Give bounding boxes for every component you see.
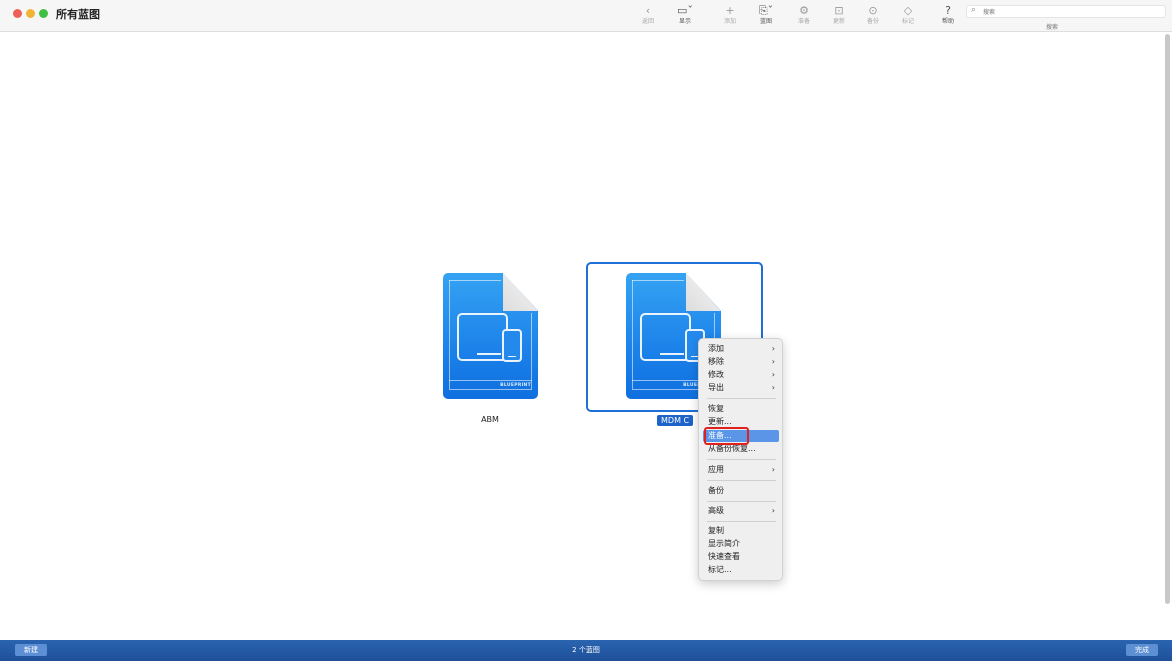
help-label: 帮助 bbox=[941, 18, 954, 25]
menu-item-add[interactable]: 添加 › bbox=[703, 343, 779, 355]
help-button[interactable]: ? 帮助 bbox=[932, 3, 964, 30]
vertical-scrollbar[interactable] bbox=[1165, 34, 1170, 604]
annotation-highlight-box bbox=[704, 427, 749, 445]
window-view-icon: ▭ˇ bbox=[677, 4, 693, 17]
blueprint-icon: ⎘ˇ bbox=[758, 4, 774, 17]
menu-item-remove[interactable]: 移除 › bbox=[703, 356, 779, 368]
menu-separator bbox=[707, 398, 776, 399]
tag-button[interactable]: ◇ 标记 bbox=[892, 3, 924, 30]
backup-button[interactable]: ⊙ 备份 bbox=[857, 3, 889, 30]
tag-label: 标记 bbox=[901, 18, 914, 25]
chevron-right-icon: › bbox=[771, 465, 775, 474]
minimize-window-button[interactable] bbox=[26, 9, 35, 18]
menu-separator bbox=[707, 501, 776, 502]
back-label: 返回 bbox=[641, 18, 654, 25]
search-label: 搜索 bbox=[1046, 24, 1059, 31]
menu-item-export[interactable]: 导出 › bbox=[703, 382, 779, 394]
zoom-window-button[interactable] bbox=[39, 9, 48, 18]
bottom-bar: 2 个蓝图 新建 完成 bbox=[0, 640, 1172, 661]
menu-item-restore[interactable]: 恢复 bbox=[703, 403, 779, 415]
context-menu: 添加 › 移除 › 修改 › 导出 › 恢复 更新... 准备... 从备份恢复... … bbox=[698, 338, 783, 581]
chevron-right-icon: › bbox=[771, 506, 775, 515]
view-button[interactable]: ▭ˇ 显示 bbox=[669, 3, 701, 30]
blueprint-mdm-label[interactable]: MDM C bbox=[657, 415, 694, 426]
close-window-button[interactable] bbox=[13, 9, 22, 18]
tag-icon: ◇ bbox=[903, 4, 913, 17]
help-icon: ? bbox=[945, 4, 951, 17]
chevron-right-icon: › bbox=[771, 383, 775, 392]
menu-separator bbox=[707, 459, 776, 460]
blueprint-tag: BLUEPRINT bbox=[500, 383, 531, 388]
menu-item-advanced[interactable]: 高级 › bbox=[703, 505, 779, 517]
gear-icon: ⚙ bbox=[799, 4, 809, 17]
search-input[interactable] bbox=[983, 7, 1153, 17]
window-title: 所有蓝图 bbox=[56, 8, 100, 21]
menu-item-modify[interactable]: 修改 › bbox=[703, 369, 779, 381]
menu-item-get-info[interactable]: 显示简介 bbox=[703, 538, 779, 550]
add-label: 添加 bbox=[723, 18, 736, 25]
menu-item-quick-look[interactable]: 快速查看 bbox=[703, 551, 779, 563]
new-blueprint-button[interactable]: 新建 bbox=[15, 644, 47, 656]
add-button[interactable]: + 添加 bbox=[714, 3, 746, 30]
update-icon: ⊡ bbox=[834, 4, 844, 17]
menu-item-backup[interactable]: 备份 bbox=[703, 485, 779, 497]
blueprint-count: 2 个蓝图 bbox=[572, 646, 600, 654]
update-label: 更新 bbox=[832, 18, 845, 25]
done-button[interactable]: 完成 bbox=[1126, 644, 1158, 656]
chevron-right-icon: › bbox=[771, 357, 775, 366]
backup-icon: ⊙ bbox=[868, 4, 878, 17]
plus-icon: + bbox=[725, 4, 735, 17]
blueprint-label: 蓝图 bbox=[759, 18, 772, 25]
backup-label: 备份 bbox=[866, 18, 879, 25]
back-button[interactable]: ‹ 返回 bbox=[632, 3, 664, 30]
prepare-button[interactable]: ⚙ 准备 bbox=[788, 3, 820, 30]
menu-item-duplicate[interactable]: 复制 bbox=[703, 525, 779, 537]
view-label: 显示 bbox=[678, 18, 691, 25]
chevron-left-icon: ‹ bbox=[645, 4, 651, 17]
prepare-label: 准备 bbox=[797, 18, 810, 25]
blueprint-abm-icon[interactable]: BLUEPRINT bbox=[443, 273, 538, 399]
search-field[interactable]: ⌕ bbox=[966, 5, 1166, 18]
search-icon: ⌕ bbox=[971, 5, 977, 15]
menu-separator bbox=[707, 521, 776, 522]
chevron-right-icon: › bbox=[771, 370, 775, 379]
menu-separator bbox=[707, 480, 776, 481]
window-toolbar: 所有蓝图 ‹ 返回 ▭ˇ 显示 + 添加 ⎘ˇ 蓝图 ⚙ 准备 ⊡ 更新 ⊙ 备… bbox=[0, 0, 1172, 32]
blueprint-button[interactable]: ⎘ˇ 蓝图 bbox=[750, 3, 782, 30]
menu-item-tags[interactable]: 标记... bbox=[703, 564, 779, 576]
menu-item-apps[interactable]: 应用 › bbox=[703, 464, 779, 476]
chevron-right-icon: › bbox=[771, 344, 775, 353]
update-button[interactable]: ⊡ 更新 bbox=[823, 3, 855, 30]
blueprint-abm-label[interactable]: ABM bbox=[440, 415, 540, 424]
